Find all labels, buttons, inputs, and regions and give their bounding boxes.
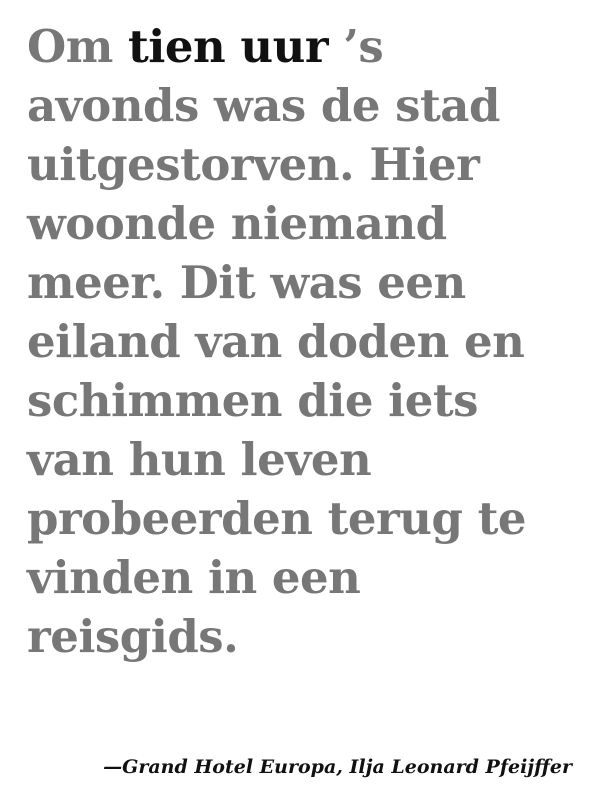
quote-highlight: tien uur xyxy=(127,20,329,73)
quote-text: Om tien uur ’s avonds was de stad uitges… xyxy=(27,17,587,666)
quote-lead: Om xyxy=(27,20,128,73)
quote-card: Om tien uur ’s avonds was de stad uitges… xyxy=(0,0,600,800)
quote-rest: ’s avonds was de stad uitgestorven. Hier… xyxy=(27,20,527,663)
quote-attribution: —Grand Hotel Europa, Ilja Leonard Pfeijf… xyxy=(103,756,572,778)
